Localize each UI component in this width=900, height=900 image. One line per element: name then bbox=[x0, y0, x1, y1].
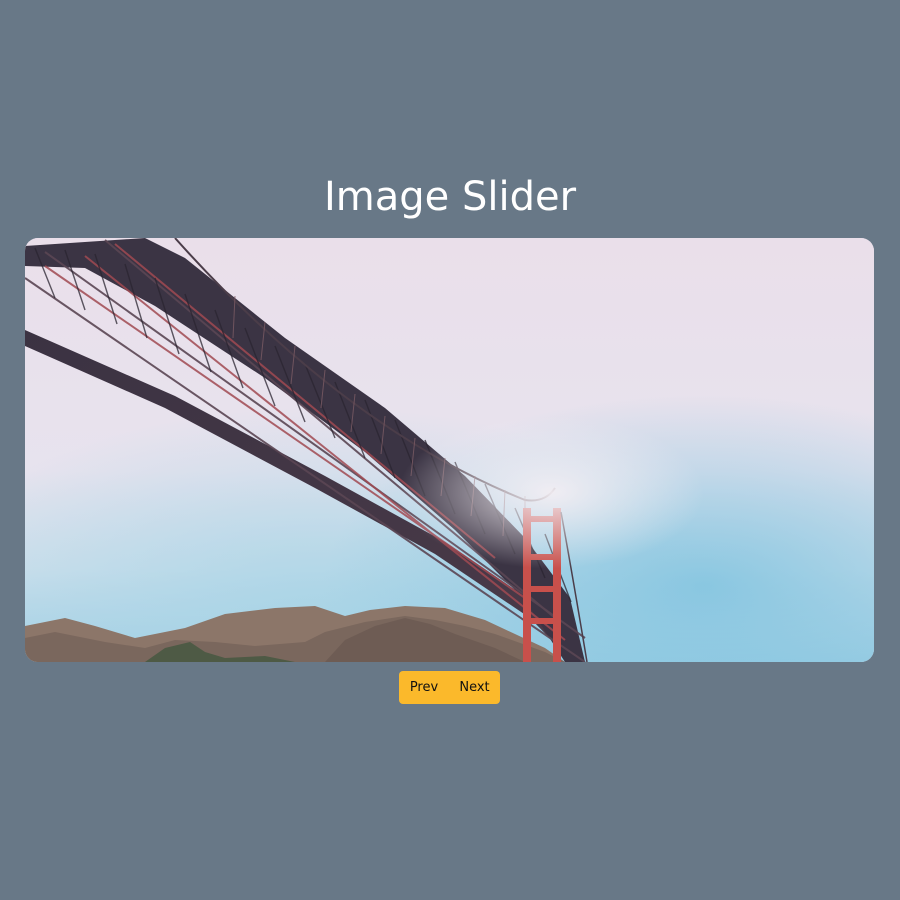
prev-button[interactable]: Prev bbox=[399, 671, 449, 704]
image-slider bbox=[25, 238, 874, 662]
slider-controls: Prev Next bbox=[399, 671, 500, 704]
next-button[interactable]: Next bbox=[449, 671, 500, 704]
slide-image bbox=[25, 238, 874, 662]
page-title: Image Slider bbox=[323, 174, 577, 220]
page: Image Slider Prev Next bbox=[0, 0, 900, 900]
